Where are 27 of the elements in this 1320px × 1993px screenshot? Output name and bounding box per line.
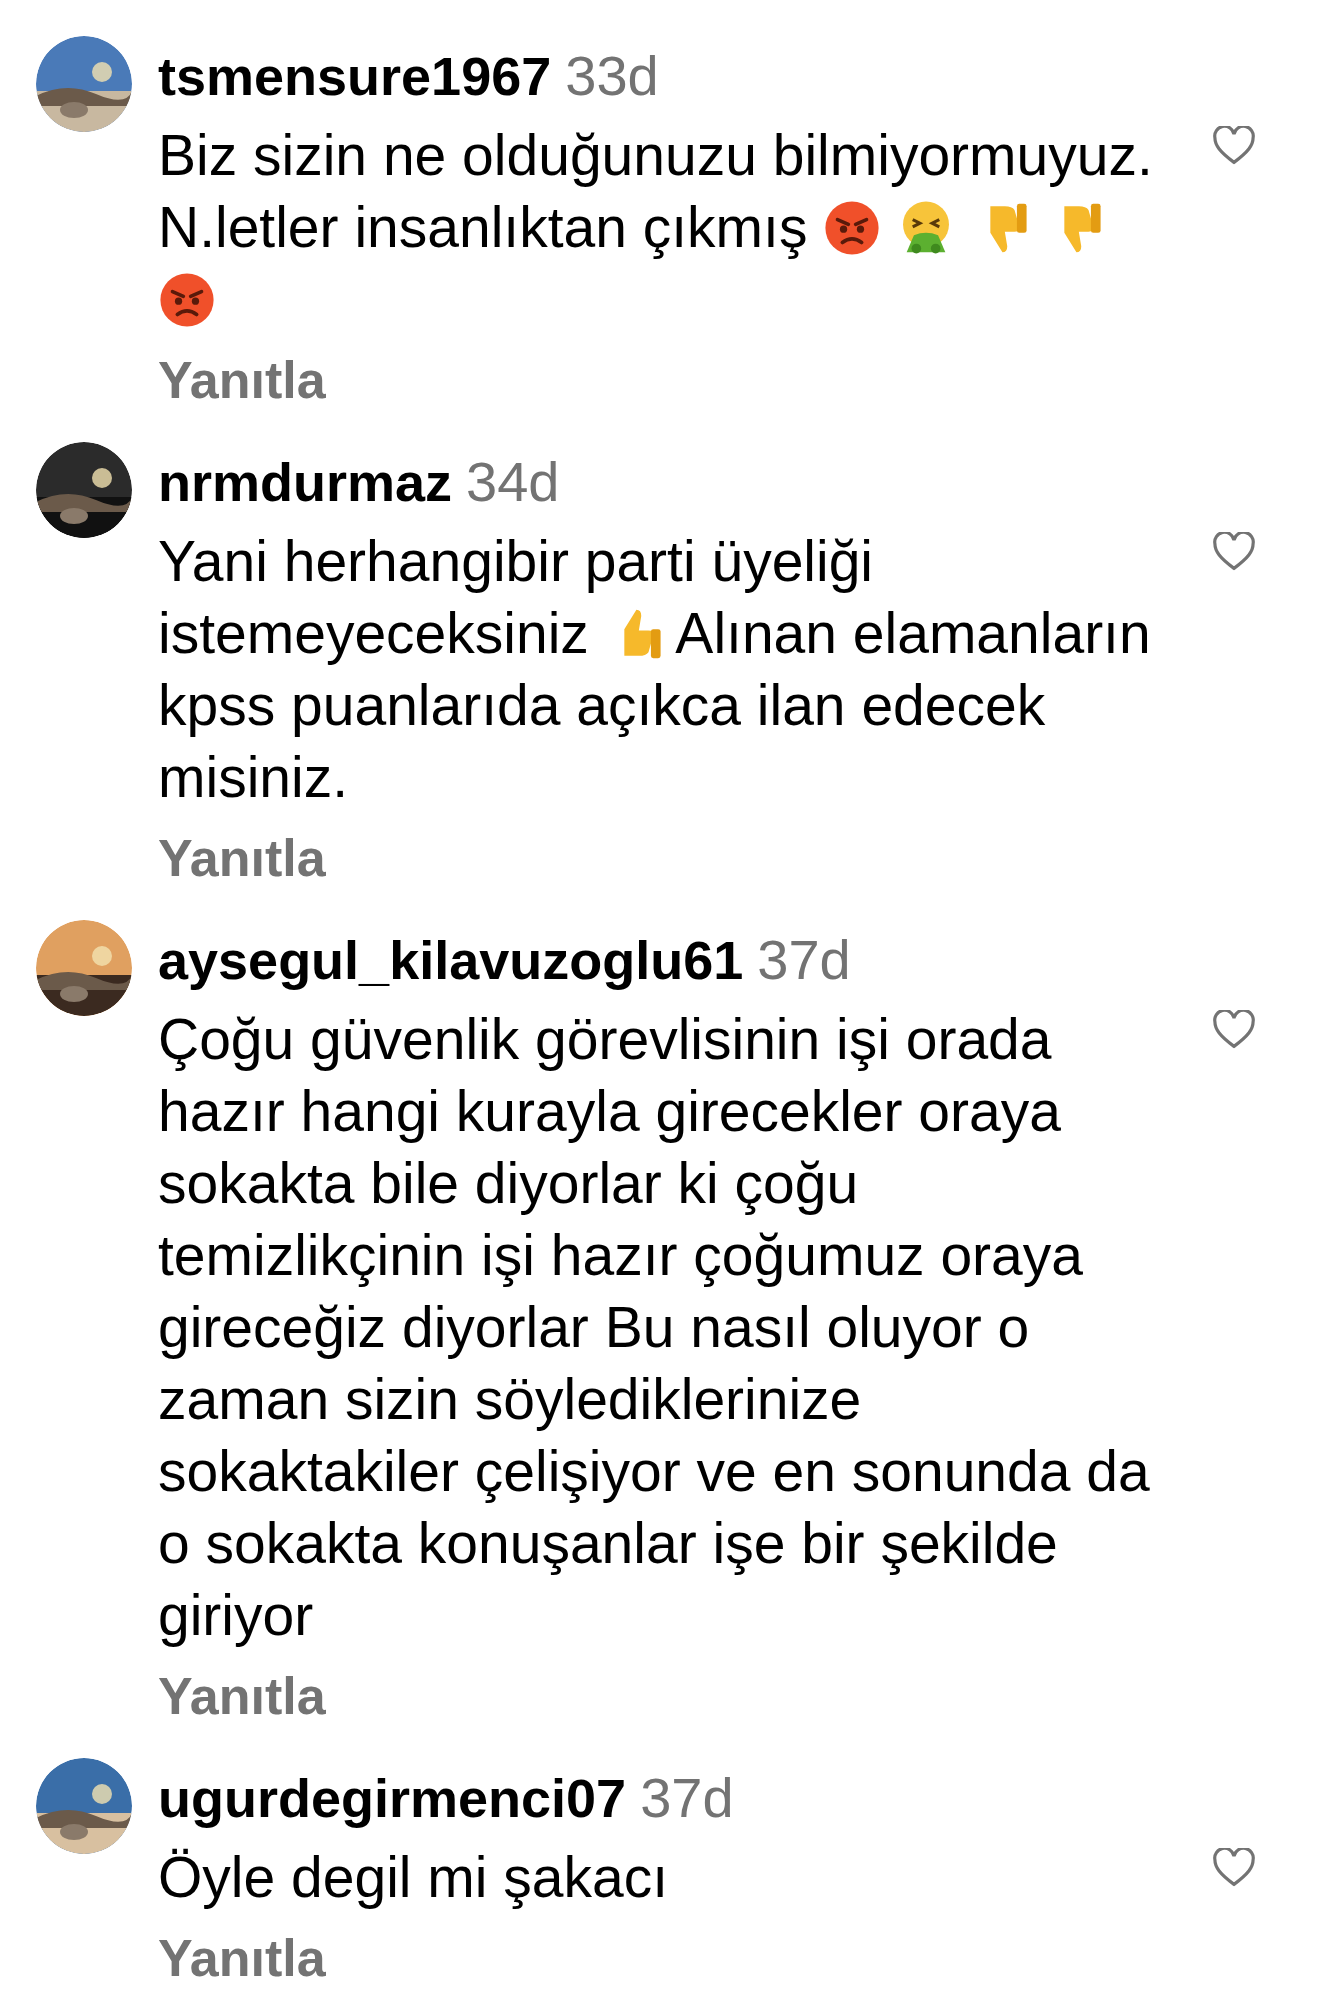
comment-time: 37d	[757, 928, 851, 991]
comment-text: istemeyeceksiniz	[158, 601, 589, 665]
reply-button[interactable]: Yanıtla	[158, 340, 326, 420]
angry-face-icon	[823, 199, 882, 257]
reply-button[interactable]: Yanıtla	[158, 818, 326, 898]
comment-text: Biz sizin ne olduğunuzu bilmiyormuyuz.	[158, 123, 1153, 187]
like-heart-icon[interactable]	[1212, 126, 1256, 166]
username[interactable]: tsmensure1967	[158, 46, 552, 106]
like-heart-icon[interactable]	[1212, 1010, 1256, 1050]
comment-time: 37d	[640, 1766, 734, 1829]
username[interactable]: ugurdegirmenci07	[158, 1768, 627, 1828]
like-heart-icon[interactable]	[1212, 532, 1256, 572]
comment-text: misiniz.	[158, 745, 348, 809]
username[interactable]: nrmdurmaz	[158, 452, 453, 512]
username[interactable]: aysegul_kilavuzoglu61	[158, 930, 744, 990]
comment-text: Çoğu güvenlik görevlisinin işi orada hazır hangi kurayla girecekler oraya sokakta bile diyorlar ki çoğu temizlikçinin işi hazır çoğumuz oraya gireceğiz diyorlar Bu nasıl oluyor o zaman sizin söylediklerinize sokaktakiler çelişiyor ve en sonunda da o sokakta konuşanlar işe bir şekilde giriyor	[158, 1007, 1150, 1647]
reply-button[interactable]: Yanıtla	[158, 1918, 326, 1993]
comment-time: 33d	[565, 44, 659, 107]
comment-text: Alınan elamanların	[675, 601, 1151, 665]
comment-text: kpss puanlarıda açıkca ilan edecek	[158, 673, 1046, 737]
like-heart-icon[interactable]	[1212, 1848, 1256, 1888]
reply-button[interactable]: Yanıtla	[158, 1656, 326, 1736]
comment-text: Yani herhangibir parti üyeliği	[158, 529, 874, 593]
angry-face-icon	[158, 271, 216, 329]
comment-text: N.letler insanlıktan çıkmış	[158, 195, 808, 259]
comment-time: 34d	[466, 450, 560, 513]
comment-text: Öyle degil mi şakacı	[158, 1845, 669, 1909]
